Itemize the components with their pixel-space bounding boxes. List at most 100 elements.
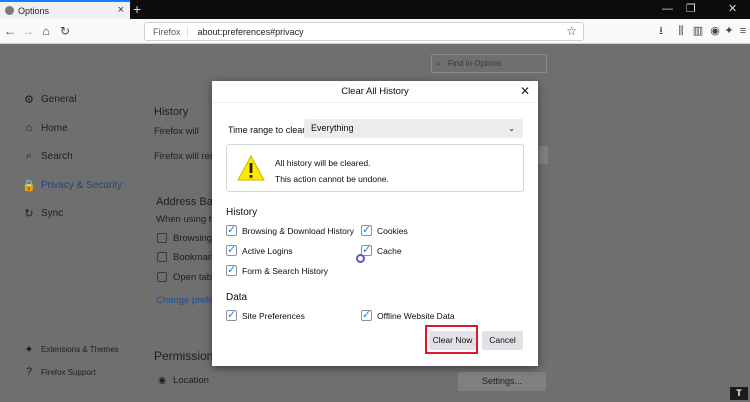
history-extra-button[interactable] <box>538 146 548 164</box>
close-icon[interactable]: ✕ <box>520 84 530 98</box>
option-label: Cache <box>377 245 402 256</box>
sidebar-item-label: Search <box>41 151 73 162</box>
url-bar[interactable]: Firefox about:preferences#privacy ☆ <box>144 22 584 41</box>
address-bar-heading: Address Bar <box>156 196 217 208</box>
find-in-options-input[interactable]: ⌕ Find in Options <box>431 54 547 73</box>
forward-button[interactable]: → <box>20 23 36 39</box>
sidebar-item-sync[interactable]: ↻ Sync <box>22 207 63 220</box>
cache-checkbox[interactable]: ✓ Cache <box>361 244 402 256</box>
bookmarks-label: Bookmark <box>173 252 216 263</box>
sidebar-item-privacy-security[interactable]: 🔒 Privacy & Security <box>22 179 122 192</box>
location-settings-button[interactable]: Settings... <box>458 372 546 391</box>
gear-icon: ⚙ <box>24 94 34 106</box>
lock-icon: 🔒 <box>22 180 36 192</box>
tab-close-icon[interactable]: × <box>118 4 124 16</box>
time-range-select[interactable]: Everything ⌄ <box>304 119 523 138</box>
time-range-value: Everything <box>311 123 354 133</box>
check-icon: ✓ <box>227 244 237 256</box>
mouse-cursor-icon <box>356 254 365 263</box>
sidebar-item-label: Extensions & Themes <box>41 345 119 354</box>
find-placeholder: Find in Options <box>448 59 502 68</box>
new-tab-button[interactable]: + <box>133 0 141 19</box>
title-bar: Options × + — ❐ ✕ <box>0 0 750 19</box>
sidebar-icon[interactable]: ▥ <box>691 23 705 39</box>
checkbox[interactable]: ✓ <box>226 224 237 236</box>
open-tabs-label: Open tabs <box>173 272 217 283</box>
time-range-label: Time range to clear: <box>228 125 308 135</box>
address-bar-description: When using th <box>156 214 217 225</box>
sidebar-item-general[interactable]: ⚙ General <box>22 93 77 106</box>
bookmarks-checkbox[interactable] <box>157 252 167 262</box>
sidebar-item-label: Sync <box>41 208 64 219</box>
chevron-down-icon: ⌄ <box>508 124 515 133</box>
checkbox[interactable]: ✓ <box>361 224 372 236</box>
checkbox[interactable]: ✓ <box>361 309 372 321</box>
library-icon[interactable]: ⫼ <box>674 23 688 39</box>
sidebar-item-search[interactable]: ⌕ Search <box>22 150 73 163</box>
checkbox[interactable]: ✓ <box>226 309 237 321</box>
warning-line-2: This action cannot be undone. <box>275 174 389 184</box>
history-mode-description: Firefox will rem <box>154 151 218 162</box>
tab-options[interactable]: Options × <box>0 0 130 19</box>
warning-icon <box>237 155 265 181</box>
window-close-button[interactable]: ✕ <box>728 0 737 19</box>
sidebar-item-label: Firefox Support <box>41 367 96 377</box>
permissions-heading: Permission <box>154 349 214 363</box>
browsing-checkbox[interactable] <box>157 233 167 243</box>
data-section-heading: Data <box>226 292 248 303</box>
sidebar-item-label: Privacy & Security <box>41 180 123 191</box>
browsing-download-history-checkbox[interactable]: ✓ Browsing & Download History <box>226 224 354 236</box>
offline-website-data-checkbox[interactable]: ✓ Offline Website Data <box>361 309 455 321</box>
location-label: Location <box>173 375 209 386</box>
history-mode-label: Firefox will <box>154 126 199 137</box>
sidebar-item-firefox-support[interactable]: ? Firefox Support <box>22 366 96 378</box>
checkbox[interactable]: ✓ <box>226 244 237 256</box>
navigation-bar: ← → ⌂ ↻ Firefox about:preferences#privac… <box>0 19 750 44</box>
check-icon: ✓ <box>362 309 372 321</box>
help-icon: ? <box>25 366 33 378</box>
option-label: Site Preferences <box>242 310 305 321</box>
minimize-button[interactable]: — <box>662 0 673 19</box>
warning-box: All history will be cleared. This action… <box>226 144 524 192</box>
back-button[interactable]: ← <box>2 23 18 39</box>
menu-icon[interactable]: ≡ <box>736 23 750 39</box>
firefox-identity-label: Firefox <box>153 26 188 37</box>
sidebar-item-extensions-themes[interactable]: ✦ Extensions & Themes <box>22 343 119 356</box>
home-button[interactable]: ⌂ <box>38 23 54 39</box>
form-search-history-checkbox[interactable]: ✓ Form & Search History <box>226 264 328 276</box>
check-icon: ✓ <box>227 309 237 321</box>
checkbox[interactable]: ✓ <box>226 264 237 276</box>
check-icon: ✓ <box>362 224 372 236</box>
sync-icon: ↻ <box>24 208 34 220</box>
check-icon: ✓ <box>227 224 237 236</box>
option-label: Browsing & Download History <box>242 225 354 236</box>
history-heading: History <box>154 106 189 118</box>
cancel-button[interactable]: Cancel <box>482 331 523 350</box>
url-text[interactable]: about:preferences#privacy <box>198 27 304 37</box>
location-icon: ◉ <box>158 375 167 386</box>
tab-title: Options <box>18 5 50 16</box>
search-icon: ⌕ <box>436 58 442 68</box>
sidebar-item-home[interactable]: ⌂ Home <box>22 122 68 134</box>
gear-icon <box>5 6 14 15</box>
download-icon[interactable]: ⭳ <box>654 23 668 39</box>
puzzle-icon: ✦ <box>24 344 34 356</box>
warning-line-1: All history will be cleared. <box>275 158 371 168</box>
open-tabs-checkbox[interactable] <box>157 272 167 282</box>
cookies-checkbox[interactable]: ✓ Cookies <box>361 224 408 236</box>
extensions-icon[interactable]: ✦ <box>722 23 736 39</box>
account-icon[interactable]: ◉ <box>708 23 722 39</box>
check-icon: ✓ <box>227 264 237 276</box>
history-section-heading: History <box>226 207 258 218</box>
reload-button[interactable]: ↻ <box>57 23 73 39</box>
restore-button[interactable]: ❐ <box>686 0 696 19</box>
home-icon: ⌂ <box>25 122 33 134</box>
search-icon: ⌕ <box>25 150 33 162</box>
option-label: Offline Website Data <box>377 310 455 321</box>
browsing-label: Browsing <box>173 233 213 244</box>
clear-now-highlight-box <box>425 325 478 354</box>
bookmark-star-icon[interactable]: ☆ <box>566 24 577 38</box>
active-logins-checkbox[interactable]: ✓ Active Logins <box>226 244 293 256</box>
site-preferences-checkbox[interactable]: ✓ Site Preferences <box>226 309 305 321</box>
sidebar-item-label: Home <box>41 122 68 134</box>
